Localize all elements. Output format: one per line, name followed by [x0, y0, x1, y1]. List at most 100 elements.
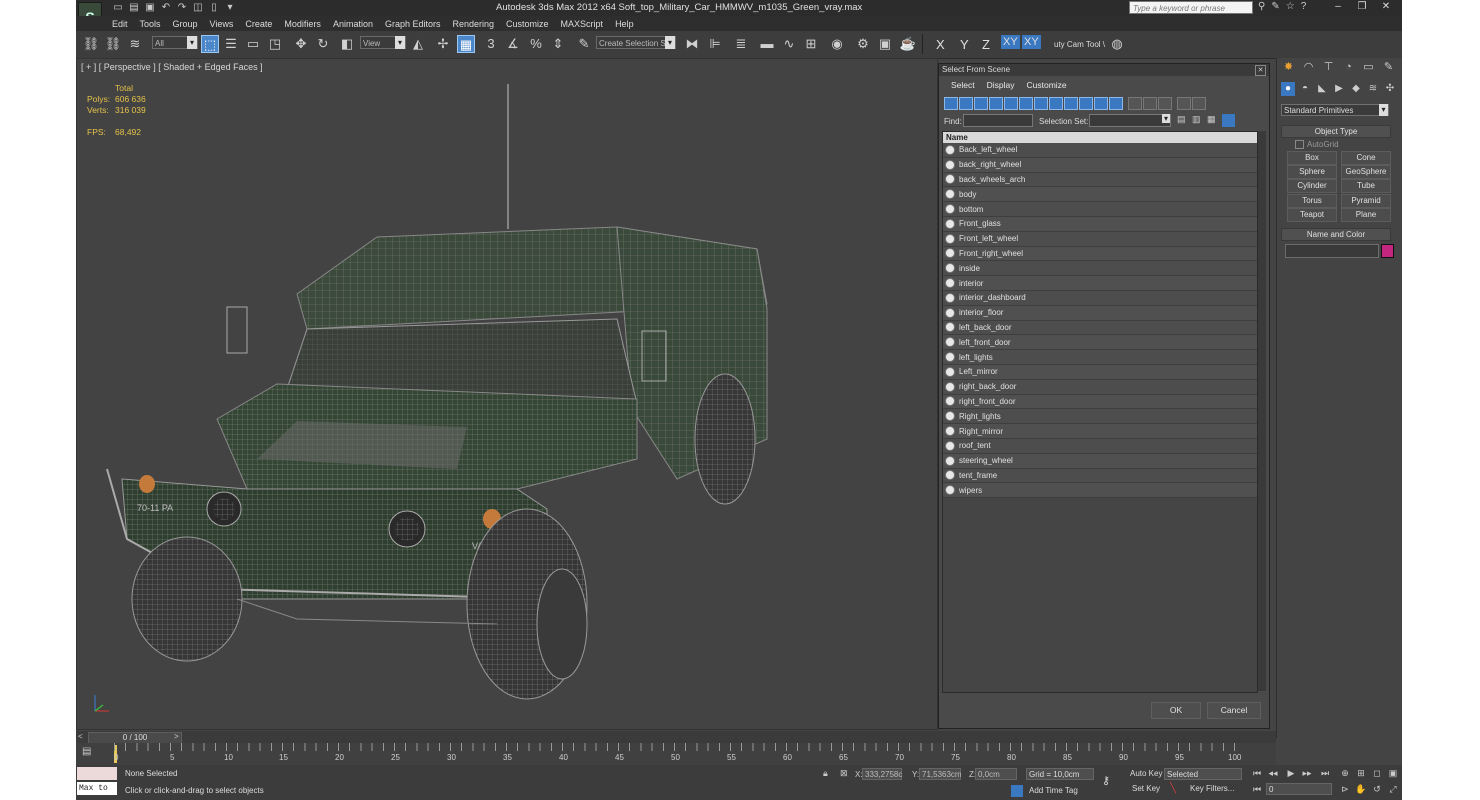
save-icon[interactable]: ▣: [144, 2, 156, 13]
motion-tab-icon[interactable]: ◔: [1341, 60, 1356, 75]
menu-views[interactable]: Views: [204, 17, 240, 31]
menu-tools[interactable]: Tools: [134, 17, 167, 31]
menu-rendering[interactable]: Rendering: [447, 17, 501, 31]
unlink-icon[interactable]: ⛓: [104, 35, 122, 53]
next-frame-icon[interactable]: ▸▸: [1300, 767, 1314, 780]
percent-snap-icon[interactable]: %: [527, 35, 545, 53]
x-coord-input[interactable]: 333,2758c: [862, 768, 902, 780]
cam-tool-label[interactable]: uty Cam Tool \: [1054, 40, 1105, 49]
dialog-title[interactable]: Select From Scene: [939, 64, 1269, 76]
menu-create[interactable]: Create: [239, 17, 278, 31]
list-item[interactable]: inside: [943, 261, 1257, 277]
maxscript-listener-input[interactable]: [77, 767, 117, 780]
open-file-icon[interactable]: ▤: [128, 2, 140, 13]
lights-category-icon[interactable]: ◣: [1315, 82, 1329, 96]
space-warps-filter-icon[interactable]: [1019, 97, 1033, 110]
selection-filter-select[interactable]: All: [152, 36, 198, 49]
snaps-toggle-icon[interactable]: 3: [482, 35, 500, 53]
name-and-color-rollout[interactable]: Name and Color: [1281, 228, 1391, 241]
object-name-input[interactable]: [1285, 244, 1379, 258]
display-tab-icon[interactable]: ▭: [1361, 60, 1376, 75]
select-dependents-icon[interactable]: ▦: [1207, 114, 1219, 127]
link-icon[interactable]: ⛓: [82, 35, 100, 53]
redo-icon[interactable]: ↷: [176, 2, 188, 13]
torus-button[interactable]: Torus: [1287, 194, 1337, 208]
teapot-render-icon[interactable]: ◍: [1108, 35, 1126, 53]
list-item[interactable]: back_wheels_arch: [943, 172, 1257, 188]
menu-customize[interactable]: Customize: [500, 17, 555, 31]
render-production-icon[interactable]: ☕: [899, 35, 917, 53]
y-coord-input[interactable]: 71,5363cm: [919, 768, 962, 780]
select-manipulate-icon[interactable]: ✢: [434, 35, 452, 53]
list-item[interactable]: left_lights: [943, 350, 1257, 365]
shapes-filter-icon[interactable]: [959, 97, 973, 110]
list-item[interactable]: Right_mirror: [943, 424, 1257, 439]
select-none-icon[interactable]: [1143, 97, 1157, 110]
display-children-icon[interactable]: ▤: [1177, 114, 1189, 127]
track-bar[interactable]: ▤ 0 5 10 15 20 25 30 35 40 45 50 55 60 6…: [76, 743, 1276, 765]
layer-manager-icon[interactable]: ≣: [732, 35, 750, 53]
graphite-tools-icon[interactable]: ▬: [758, 35, 776, 53]
dialog-close-icon[interactable]: ✕: [1255, 65, 1266, 76]
systems-category-icon[interactable]: ✣: [1383, 82, 1397, 96]
display-influences-icon[interactable]: ▥: [1192, 114, 1204, 127]
lock-selection-icon[interactable]: 🔒︎: [823, 768, 828, 779]
undo-icon[interactable]: ↶: [160, 2, 172, 13]
box-button[interactable]: Box: [1287, 151, 1337, 165]
move-icon[interactable]: ✥: [292, 35, 310, 53]
list-item[interactable]: back_right_wheel: [943, 157, 1257, 173]
pan-icon[interactable]: ✋: [1354, 783, 1368, 796]
hold-icon[interactable]: ◫: [192, 2, 204, 13]
sync-selection-icon[interactable]: [1222, 114, 1235, 127]
create-tab-icon[interactable]: ✸: [1281, 60, 1296, 75]
orbit-icon[interactable]: ↺: [1370, 783, 1384, 796]
selection-set-select[interactable]: [1089, 114, 1171, 127]
pyramid-button[interactable]: Pyramid: [1341, 194, 1391, 208]
shapes-category-icon[interactable]: ◓: [1298, 82, 1312, 96]
scale-icon[interactable]: ◧: [338, 35, 356, 53]
dropdown-arrow-icon[interactable]: ▾: [224, 2, 236, 13]
maxscript-mini-listener[interactable]: Max to: [77, 782, 117, 795]
select-invert-icon[interactable]: [1158, 97, 1172, 110]
axis-z-button[interactable]: Z: [982, 37, 990, 52]
close-icon[interactable]: ✕: [1374, 0, 1398, 14]
axis-xy-cycle-button[interactable]: XY: [1022, 35, 1041, 49]
new-file-icon[interactable]: ▭: [112, 2, 124, 13]
list-item[interactable]: roof_tent: [943, 438, 1257, 454]
perspective-viewport[interactable]: [ + ] [ Perspective ] [ Shaded + Edged F…: [76, 58, 938, 730]
list-item[interactable]: body: [943, 187, 1257, 203]
list-item[interactable]: Left_mirror: [943, 364, 1257, 380]
list-item[interactable]: Front_glass: [943, 216, 1257, 232]
absolute-mode-icon[interactable]: ⊠: [840, 768, 848, 779]
time-prev-icon[interactable]: <: [78, 732, 83, 741]
groups-filter-icon[interactable]: [1034, 97, 1048, 110]
cameras-filter-icon[interactable]: [989, 97, 1003, 110]
object-type-rollout[interactable]: Object Type: [1281, 125, 1391, 138]
utilities-tab-icon[interactable]: ✎: [1381, 60, 1396, 75]
lights-filter-icon[interactable]: [974, 97, 988, 110]
set-key-button[interactable]: Set Key: [1132, 784, 1160, 793]
rendered-frame-window-icon[interactable]: ▣: [876, 35, 894, 53]
cameras-category-icon[interactable]: ▶: [1332, 82, 1346, 96]
dialog-menu-customize[interactable]: Customize: [1021, 79, 1073, 91]
key-mode-toggle-icon[interactable]: ╲: [1170, 783, 1176, 794]
help-icon[interactable]: ?: [1301, 1, 1307, 12]
cone-button[interactable]: Cone: [1341, 151, 1391, 165]
list-item[interactable]: steering_wheel: [943, 453, 1257, 469]
list-item[interactable]: Front_left_wheel: [943, 231, 1257, 247]
play-icon[interactable]: ▶: [1284, 767, 1298, 780]
set-key-icon[interactable]: ⚷: [1102, 774, 1110, 787]
ok-button[interactable]: OK: [1151, 702, 1201, 719]
list-item[interactable]: Right_lights: [943, 409, 1257, 425]
menu-edit[interactable]: Edit: [106, 17, 134, 31]
pivot-center-icon[interactable]: ◭: [409, 35, 427, 53]
select-object-icon[interactable]: ⬚: [201, 35, 219, 53]
list-item[interactable]: bottom: [943, 202, 1257, 217]
menu-graph-editors[interactable]: Graph Editors: [379, 17, 447, 31]
axis-x-button[interactable]: X: [936, 37, 945, 52]
project-icon[interactable]: ▯: [208, 2, 220, 13]
rotate-icon[interactable]: ↻: [314, 35, 332, 53]
cancel-button[interactable]: Cancel: [1207, 702, 1261, 719]
frozen-filter-icon[interactable]: [1094, 97, 1108, 110]
field-of-view-icon[interactable]: ⊳: [1338, 783, 1352, 796]
